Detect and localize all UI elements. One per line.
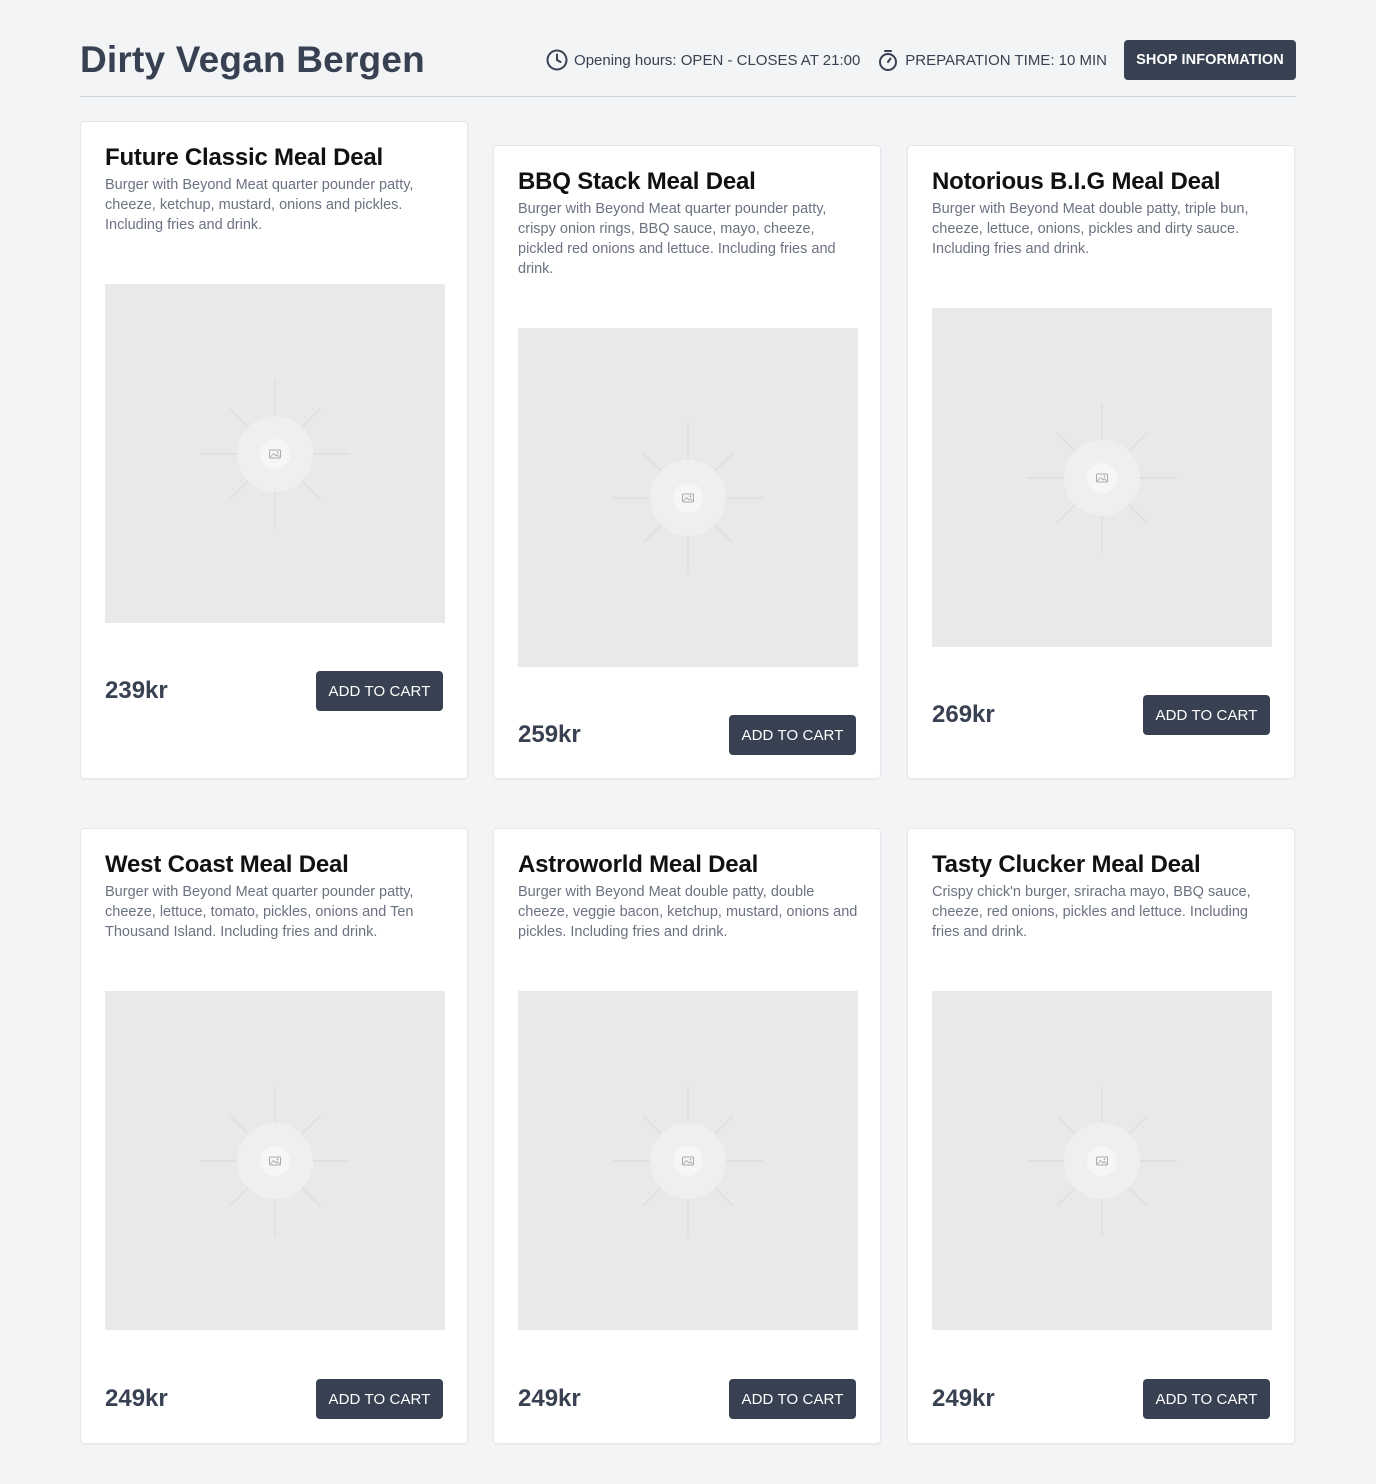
add-to-cart-button[interactable]: ADD TO CART: [1143, 695, 1270, 735]
product-card: West Coast Meal Deal Burger with Beyond …: [80, 828, 468, 1444]
product-description: Crispy chick'n burger, sriracha mayo, BB…: [932, 884, 1251, 940]
product-card: Tasty Clucker Meal Deal Crispy chick'n b…: [907, 828, 1295, 1444]
product-title: Notorious B.I.G Meal Deal: [932, 168, 1221, 195]
product-description: Burger with Beyond Meat quarter pounder …: [518, 201, 836, 277]
shop-title: Dirty Vegan Bergen: [80, 39, 425, 80]
product-title: BBQ Stack Meal Deal: [518, 168, 756, 195]
product-card: Notorious B.I.G Meal Deal Burger with Be…: [907, 145, 1295, 779]
product-description: Burger with Beyond Meat double patty, do…: [518, 884, 858, 940]
opening-hours: Opening hours: OPEN - CLOSES AT 21:00: [545, 48, 860, 72]
product-price: 239kr: [105, 677, 168, 704]
stopwatch-icon: [879, 50, 898, 71]
product-card: Astroworld Meal Deal Burger with Beyond …: [493, 828, 881, 1444]
product-price: 269kr: [932, 701, 995, 728]
preparation-time-text: PREPARATION TIME: 10 MIN: [905, 51, 1107, 69]
product-image: [105, 991, 445, 1330]
product-price: 249kr: [932, 1385, 995, 1412]
product-image: [932, 991, 1272, 1330]
add-to-cart-button[interactable]: ADD TO CART: [729, 1379, 856, 1419]
shop-information-button[interactable]: SHOP INFORMATION: [1124, 40, 1296, 80]
product-image: [518, 991, 858, 1330]
product-price: 249kr: [518, 1385, 581, 1412]
product-description: Burger with Beyond Meat double patty, tr…: [932, 201, 1249, 257]
product-price: 259kr: [518, 721, 581, 748]
add-to-cart-button[interactable]: ADD TO CART: [316, 1379, 443, 1419]
product-card: BBQ Stack Meal Deal Burger with Beyond M…: [493, 145, 881, 779]
product-description: Burger with Beyond Meat quarter pounder …: [105, 177, 414, 233]
product-title: Future Classic Meal Deal: [105, 144, 383, 171]
preparation-time: PREPARATION TIME: 10 MIN: [877, 48, 1107, 72]
add-to-cart-button[interactable]: ADD TO CART: [729, 715, 856, 755]
add-to-cart-button[interactable]: ADD TO CART: [316, 671, 443, 711]
product-image: [932, 308, 1272, 647]
add-to-cart-button[interactable]: ADD TO CART: [1143, 1379, 1270, 1419]
product-description: Burger with Beyond Meat quarter pounder …: [105, 884, 414, 940]
product-title: West Coast Meal Deal: [105, 851, 349, 878]
product-title: Tasty Clucker Meal Deal: [932, 851, 1201, 878]
product-image: [105, 284, 445, 623]
product-image: [518, 328, 858, 667]
product-price: 249kr: [105, 1385, 168, 1412]
opening-hours-text: Opening hours: OPEN - CLOSES AT 21:00: [574, 51, 861, 69]
header-info-bar: Opening hours: OPEN - CLOSES AT 21:00 PR…: [545, 40, 1296, 80]
product-card: Future Classic Meal Deal Burger with Bey…: [80, 121, 468, 779]
product-title: Astroworld Meal Deal: [518, 851, 759, 878]
clock-icon: [546, 49, 568, 71]
shop-header: Dirty Vegan Bergen Opening hours: OPEN -…: [80, 40, 1296, 97]
